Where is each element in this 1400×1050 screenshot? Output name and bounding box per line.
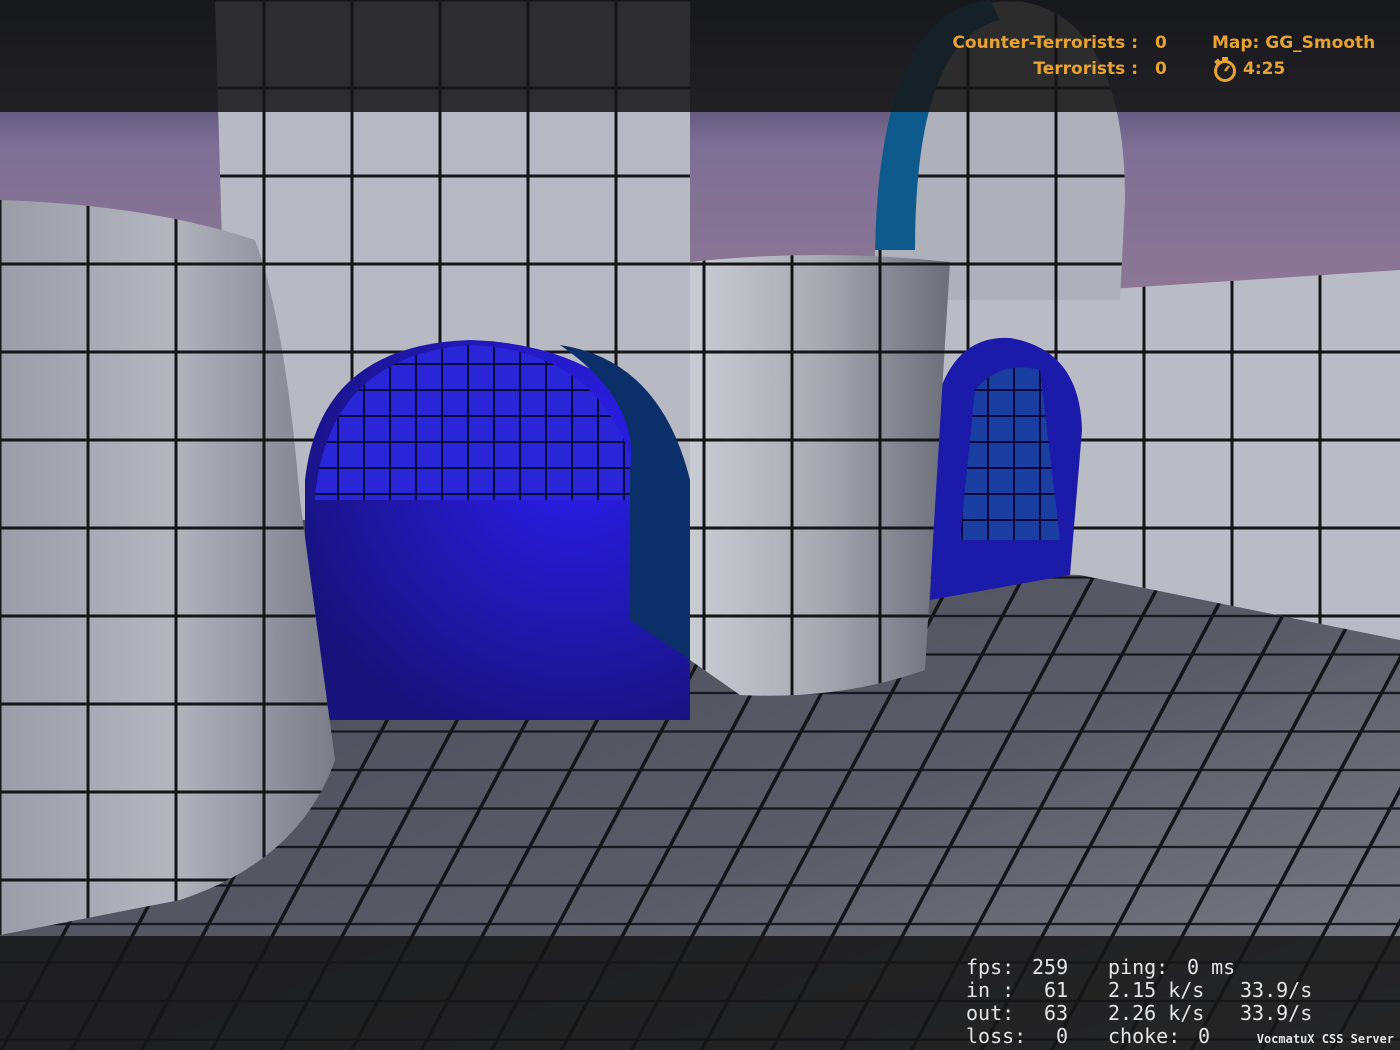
fps-value: 259 xyxy=(1032,955,1069,979)
game-viewport xyxy=(0,0,1400,1050)
stopwatch-icon xyxy=(1211,56,1241,82)
map-name: Map: GG_Smooth xyxy=(1212,33,1376,53)
round-timer: 4:25 xyxy=(1243,59,1286,79)
out-packets: 63 xyxy=(1044,1001,1069,1025)
in-packets: 61 xyxy=(1044,978,1069,1002)
out-rate: 2.26 k/s xyxy=(1108,1001,1205,1025)
server-name: VocmatuX CSS Server xyxy=(1256,1032,1394,1046)
choke-value: 0 xyxy=(1198,1024,1211,1048)
t-label: Terrorists : xyxy=(1033,59,1138,79)
fps-label: fps: xyxy=(966,955,1015,979)
ct-score: 0 xyxy=(1155,33,1167,53)
scoreboard-bar xyxy=(0,0,1400,112)
ct-label: Counter-Terrorists : xyxy=(952,33,1138,53)
in-rate: 2.15 k/s xyxy=(1108,978,1205,1002)
t-score: 0 xyxy=(1155,59,1167,79)
in-updates: 33.9/s xyxy=(1240,978,1313,1002)
ping-value: 0 ms xyxy=(1187,955,1236,979)
ping-label: ping: xyxy=(1108,955,1169,979)
out-updates: 33.9/s xyxy=(1240,1001,1313,1025)
choke-label: choke: xyxy=(1108,1024,1181,1048)
out-label: out: xyxy=(966,1001,1015,1025)
loss-value: 0 xyxy=(1056,1024,1069,1048)
in-label: in : xyxy=(966,978,1015,1002)
loss-label: loss: xyxy=(966,1024,1027,1048)
